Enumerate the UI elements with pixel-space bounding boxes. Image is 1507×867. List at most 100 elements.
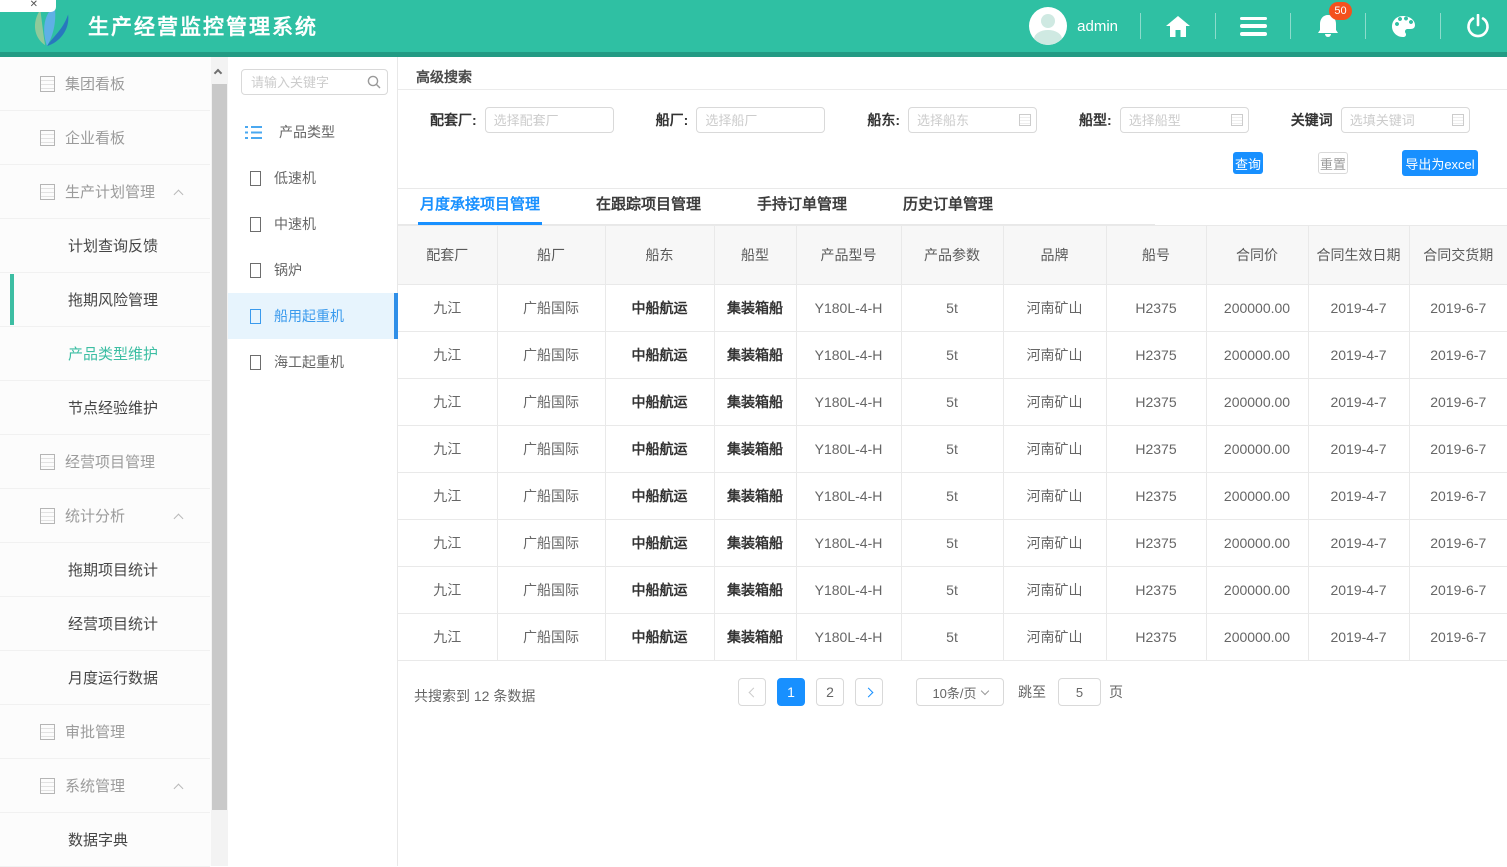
page-number-button[interactable]: 1	[777, 678, 805, 706]
tree-items: 低速机中速机锅炉船用起重机海工起重机	[228, 155, 398, 385]
table-row: 九江广船国际中船航运集装箱船Y180L-4-H5t河南矿山H2375200000…	[398, 520, 1507, 567]
search-field-input[interactable]	[908, 107, 1037, 133]
tree-root[interactable]: 产品类型	[228, 109, 398, 155]
sidebar-item-label: 产品类型维护	[68, 343, 158, 364]
search-field-input[interactable]	[696, 107, 825, 133]
jump-page-suffix: 页	[1109, 682, 1123, 702]
tree-item[interactable]: 低速机	[228, 155, 398, 201]
table-cell: 中船航运	[605, 473, 714, 520]
table-cell: 广船国际	[497, 520, 605, 567]
tree-item-label: 低速机	[274, 168, 316, 188]
home-icon[interactable]	[1163, 11, 1193, 41]
notification-bell-icon[interactable]: 50	[1313, 11, 1343, 41]
chevron-down-icon	[980, 686, 988, 694]
sidebar-item[interactable]: 生产计划管理	[0, 165, 210, 219]
divider	[1365, 13, 1366, 39]
advanced-search-title: 高级搜索	[398, 57, 1507, 90]
table-cell: 集装箱船	[714, 332, 796, 379]
menu-icon[interactable]	[1238, 11, 1268, 41]
search-icon	[367, 75, 381, 89]
query-button[interactable]: 查询	[1233, 152, 1263, 174]
sidebar-item-label: 数据字典	[68, 829, 128, 850]
sidebar-item[interactable]: 拖期风险管理	[0, 273, 210, 327]
sidebar-item[interactable]: 节点经验维护	[0, 381, 210, 435]
table-cell: 2019-4-7	[1308, 332, 1409, 379]
tree-item[interactable]: 锅炉	[228, 247, 398, 293]
sidebar-item-label: 计划查询反馈	[68, 235, 158, 256]
sidebar-item-label: 节点经验维护	[68, 397, 158, 418]
placeholder-glyph-icon	[250, 355, 261, 370]
notification-badge: 50	[1329, 2, 1352, 20]
table-cell: 2019-4-7	[1308, 520, 1409, 567]
export-excel-button[interactable]: 导出为excel	[1402, 150, 1478, 176]
next-page-button[interactable]	[855, 678, 883, 706]
jump-page-input[interactable]	[1058, 678, 1101, 706]
table-cell: Y180L-4-H	[796, 614, 901, 661]
table-cell: 200000.00	[1206, 379, 1308, 426]
tab-item[interactable]: 历史订单管理	[903, 189, 993, 225]
placeholder-glyph-icon	[250, 309, 261, 324]
sidebar-item[interactable]: 经营项目管理	[0, 435, 210, 489]
prev-page-button[interactable]	[738, 678, 766, 706]
table-cell: 广船国际	[497, 426, 605, 473]
placeholder-glyph-icon	[40, 724, 55, 740]
tab-item[interactable]: 在跟踪项目管理	[596, 189, 701, 225]
sidebar-item[interactable]: 计划查询反馈	[0, 219, 210, 273]
logout-power-icon[interactable]	[1463, 11, 1493, 41]
table-cell: H2375	[1106, 426, 1206, 473]
pagination-bar: 共搜索到 12 条数据 12 10条/页 跳至 页	[398, 661, 1507, 721]
table-cell: H2375	[1106, 379, 1206, 426]
table-column-header: 合同交货期	[1409, 226, 1507, 285]
sidebar-item[interactable]: 企业看板	[0, 111, 210, 165]
sidebar-item[interactable]: 集团看板	[0, 57, 210, 111]
sidebar-item[interactable]: 审批管理	[0, 705, 210, 759]
table-cell: 九江	[398, 614, 497, 661]
table-cell: 2019-4-7	[1308, 473, 1409, 520]
sidebar: 集团看板企业看板生产计划管理计划查询反馈拖期风险管理产品类型维护节点经验维护经营…	[0, 57, 228, 866]
search-field-input[interactable]	[1120, 107, 1249, 133]
table-cell: 集装箱船	[714, 473, 796, 520]
search-field-input[interactable]	[1341, 107, 1470, 133]
tree-search-input[interactable]	[241, 69, 388, 95]
page-number-button[interactable]: 2	[816, 678, 844, 706]
advanced-search-fields: 配套厂:船厂:船东:船型:关键词	[398, 90, 1507, 148]
sidebar-item[interactable]: 统计分析	[0, 489, 210, 543]
tree-item[interactable]: 中速机	[228, 201, 398, 247]
tree-item-label: 中速机	[274, 214, 316, 234]
table-cell: 2019-4-7	[1308, 379, 1409, 426]
sidebar-item[interactable]: 产品类型维护	[0, 327, 210, 381]
sidebar-item-label: 经营项目统计	[68, 613, 158, 634]
table-row: 九江广船国际中船航运集装箱船Y180L-4-H5t河南矿山H2375200000…	[398, 473, 1507, 520]
table-row: 九江广船国际中船航运集装箱船Y180L-4-H5t河南矿山H2375200000…	[398, 332, 1507, 379]
sidebar-item[interactable]: 月度运行数据	[0, 651, 210, 705]
sidebar-scrollbar[interactable]	[211, 57, 228, 866]
table-column-header: 船厂	[497, 226, 605, 285]
search-field-label: 船型:	[1079, 110, 1112, 130]
table-cell: 河南矿山	[1003, 285, 1106, 332]
search-field-input[interactable]	[485, 107, 614, 133]
table-cell: 5t	[901, 285, 1003, 332]
table-cell: 九江	[398, 285, 497, 332]
table-cell: H2375	[1106, 614, 1206, 661]
search-field: 配套厂:	[430, 107, 614, 133]
theme-palette-icon[interactable]	[1388, 11, 1418, 41]
tab-item[interactable]: 手持订单管理	[757, 189, 847, 225]
search-field: 船东:	[867, 107, 1037, 133]
scroll-up-icon[interactable]	[214, 69, 222, 77]
tree-item[interactable]: 海工起重机	[228, 339, 398, 385]
sidebar-item[interactable]: 数据字典	[0, 813, 210, 867]
scrollbar-thumb[interactable]	[212, 84, 227, 810]
sidebar-item[interactable]: 系统管理	[0, 759, 210, 813]
top-header: 生产经营监控管理系统 admin 50	[0, 0, 1507, 57]
table-row: 九江广船国际中船航运集装箱船Y180L-4-H5t河南矿山H2375200000…	[398, 567, 1507, 614]
tab-active[interactable]: 月度承接项目管理	[420, 189, 540, 225]
tree-item[interactable]: 船用起重机	[228, 293, 398, 339]
user-menu[interactable]: admin	[1029, 7, 1118, 45]
page-size-select[interactable]: 10条/页	[916, 678, 1004, 706]
sidebar-item[interactable]: 拖期项目统计	[0, 543, 210, 597]
reset-button[interactable]: 重置	[1318, 152, 1348, 174]
sidebar-item[interactable]: 经营项目统计	[0, 597, 210, 651]
table-cell: 河南矿山	[1003, 473, 1106, 520]
chevron-up-icon	[174, 784, 184, 794]
table-cell: Y180L-4-H	[796, 332, 901, 379]
